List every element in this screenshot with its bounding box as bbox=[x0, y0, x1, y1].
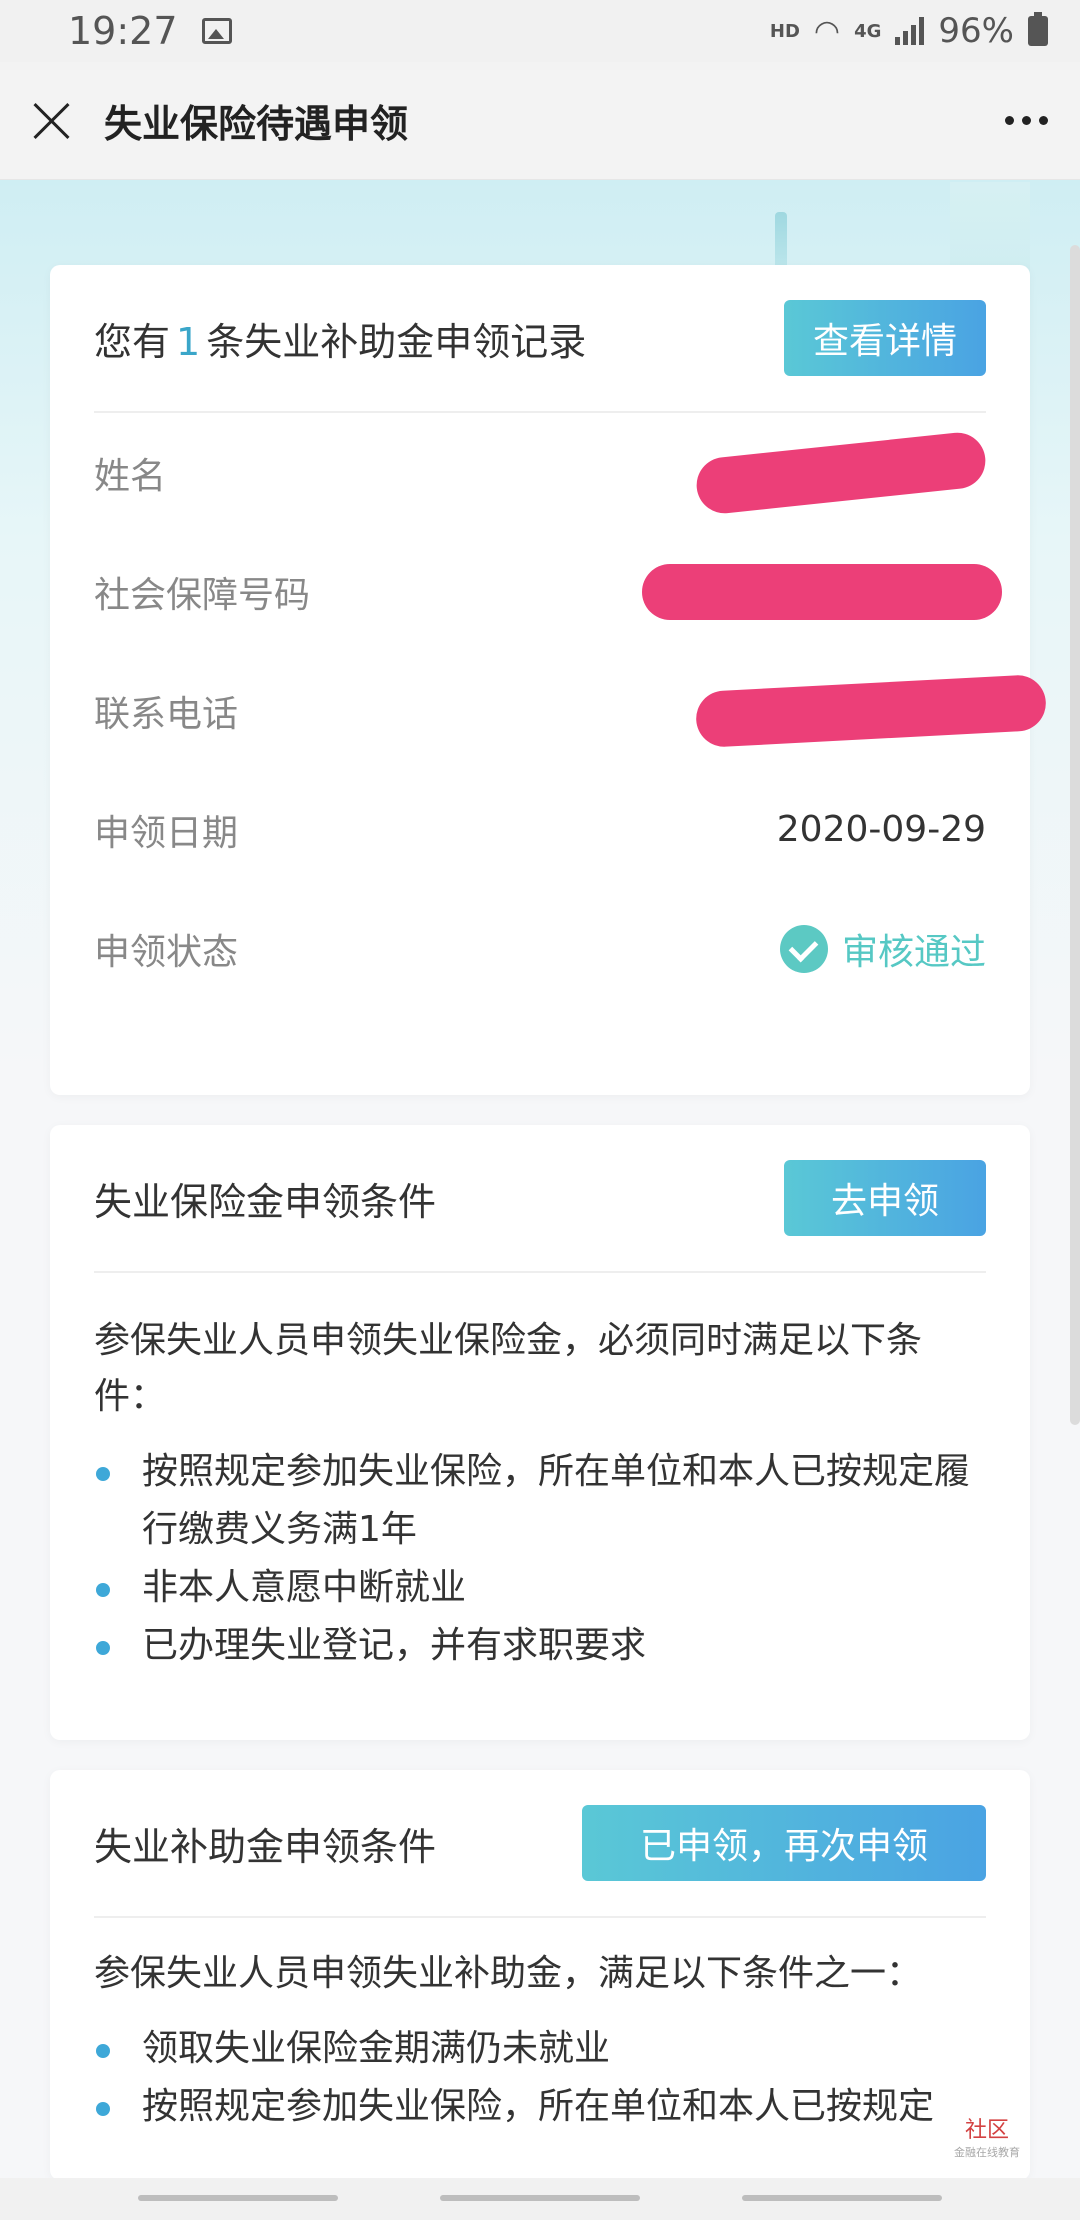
title-bar: 失业保险待遇申领 bbox=[0, 62, 1080, 180]
status-time: 19:27 bbox=[68, 9, 178, 53]
record-title-prefix: 您有 bbox=[94, 319, 171, 364]
record-count: 1 bbox=[176, 319, 201, 364]
reapply-button[interactable]: 已申领，再次申领 bbox=[582, 1805, 986, 1881]
phone-row: 联系电话 bbox=[94, 651, 1048, 770]
battery-icon bbox=[1028, 12, 1048, 46]
network-label: 4G bbox=[854, 20, 882, 42]
status-value: 审核通过 bbox=[841, 931, 986, 973]
status-right: HD ◠ 4G 96% bbox=[770, 11, 1048, 51]
status-bar: 19:27 HD ◠ 4G 96% bbox=[0, 0, 1080, 62]
subsidy-card-title: 失业补助金申领条件 bbox=[94, 1824, 437, 1869]
subsidy-card-header: 失业补助金申领条件 已申领，再次申领 bbox=[94, 1770, 986, 1918]
close-icon[interactable] bbox=[32, 101, 72, 141]
list-item: 按照规定参加失业保险，所在单位和本人已按规定履行缴费义务满1年 bbox=[94, 1443, 986, 1559]
date-label: 申领日期 bbox=[94, 812, 239, 854]
ssn-label: 社会保障号码 bbox=[94, 574, 311, 616]
insurance-card-title: 失业保险金申领条件 bbox=[94, 1179, 437, 1224]
record-card: 您有 1 条失业补助金申领记录 查看详情 姓名 社会保障号码 联系电话 申领日期 2… bbox=[50, 265, 1048, 1095]
record-title-suffix: 条失业补助金申领记录 bbox=[206, 319, 587, 364]
watermark-subtext: 金融在线教育 bbox=[954, 2146, 1020, 2159]
ssn-row: 社会保障号码 bbox=[94, 532, 1002, 651]
insurance-conditions-card: 失业保险金申领条件 去申领 参保失业人员申领失业保险金，必须同时满足以下条件： … bbox=[50, 1125, 1030, 1740]
date-row: 申领日期 2020-09-29 bbox=[94, 770, 986, 889]
battery-percent: 96% bbox=[938, 11, 1014, 51]
signal-icon bbox=[895, 17, 925, 45]
name-label: 姓名 bbox=[94, 455, 167, 497]
scrollbar[interactable] bbox=[1070, 245, 1080, 1425]
nav-recent-handle[interactable] bbox=[138, 2195, 338, 2201]
system-nav-bar bbox=[0, 2178, 1080, 2220]
list-item: 领取失业保险金期满仍未就业 bbox=[94, 2020, 986, 2078]
status-row: 申领状态 审核通过 bbox=[94, 889, 986, 1008]
name-redaction bbox=[693, 429, 989, 516]
image-icon bbox=[201, 18, 232, 44]
insurance-conditions-list: 按照规定参加失业保险，所在单位和本人已按规定履行缴费义务满1年 非本人意愿中断就… bbox=[94, 1443, 986, 1675]
insurance-card-header: 失业保险金申领条件 去申领 bbox=[94, 1125, 986, 1273]
phone-label: 联系电话 bbox=[94, 693, 239, 735]
nav-home-handle[interactable] bbox=[440, 2195, 640, 2201]
watermark-logo: 社区 金融在线教育 bbox=[954, 2112, 1020, 2160]
page-title: 失业保险待遇申领 bbox=[104, 102, 409, 146]
list-item: 已办理失业登记，并有求职要求 bbox=[94, 1617, 986, 1675]
nav-back-handle[interactable] bbox=[742, 2195, 942, 2201]
record-card-header: 您有 1 条失业补助金申领记录 查看详情 bbox=[94, 265, 986, 413]
wifi-icon: ◠ bbox=[813, 13, 841, 49]
apply-button[interactable]: 去申领 bbox=[784, 1160, 986, 1236]
list-item: 非本人意愿中断就业 bbox=[94, 1559, 986, 1617]
hd-label: HD bbox=[769, 20, 800, 42]
more-icon[interactable] bbox=[1005, 116, 1048, 125]
name-row: 姓名 bbox=[94, 413, 989, 532]
check-circle-icon bbox=[779, 924, 828, 973]
list-item: 按照规定参加失业保险，所在单位和本人已按规定 bbox=[94, 2078, 986, 2136]
view-details-button[interactable]: 查看详情 bbox=[784, 300, 986, 376]
status-label: 申领状态 bbox=[94, 931, 239, 973]
status-badge: 审核通过 bbox=[779, 923, 986, 975]
date-value: 2020-09-29 bbox=[776, 809, 986, 850]
insurance-intro: 参保失业人员申领失业保险金，必须同时满足以下条件： bbox=[94, 1320, 923, 1417]
subsidy-intro: 参保失业人员申领失业补助金，满足以下条件之一： bbox=[94, 1953, 923, 1994]
subsidy-conditions-card: 失业补助金申领条件 已申领，再次申领 参保失业人员申领失业补助金，满足以下条件之… bbox=[50, 1770, 1030, 2180]
phone-redaction bbox=[694, 673, 1048, 748]
ssn-redaction bbox=[642, 563, 1002, 620]
watermark-text: 社区 bbox=[964, 2118, 1009, 2143]
subsidy-conditions-list: 领取失业保险金期满仍未就业 按照规定参加失业保险，所在单位和本人已按规定 bbox=[94, 2020, 986, 2136]
record-card-title: 您有 1 条失业补助金申领记录 bbox=[94, 311, 586, 366]
